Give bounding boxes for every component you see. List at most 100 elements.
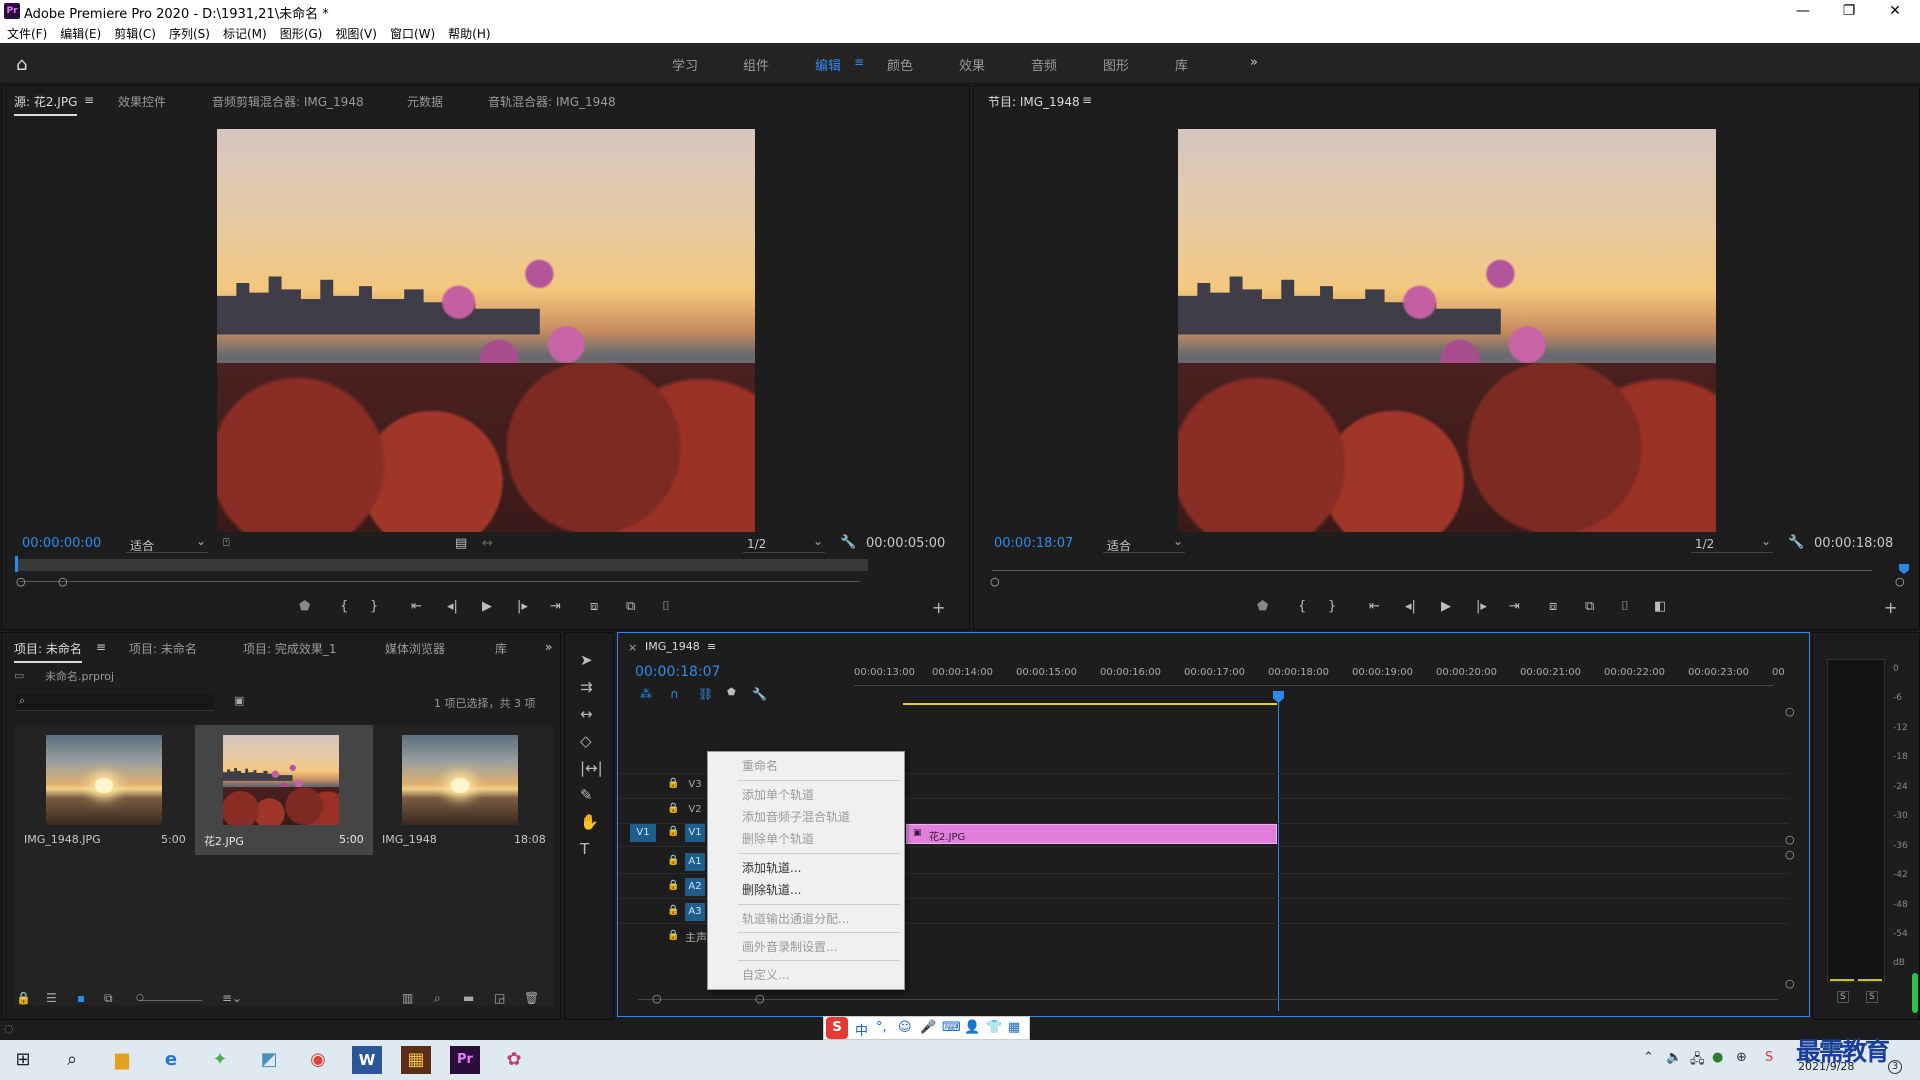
program-tab-menu-icon[interactable]: ≡ (1082, 93, 1092, 107)
project-tabs-overflow-icon[interactable]: » (545, 640, 552, 654)
automate-to-sequence-icon[interactable]: ▥ (402, 991, 413, 1005)
vertical-scroll-handle[interactable]: ○ (1785, 977, 1795, 990)
new-item-icon[interactable]: ◲ (494, 991, 505, 1005)
program-fit-dropdown[interactable]: 适合 (1103, 534, 1185, 553)
source-patch-v1[interactable]: V1 (630, 824, 656, 842)
menu-clip[interactable]: 剪辑(C) (107, 22, 162, 42)
solo-right-button[interactable]: S (1866, 991, 1878, 1003)
ime-user-icon[interactable]: 👤 (964, 1020, 980, 1035)
edge-browser-icon[interactable]: e (156, 1046, 186, 1074)
timeline-timecode[interactable]: 00:00:18:07 (635, 664, 720, 680)
clear-trash-icon[interactable]: 🗑 (524, 991, 539, 1005)
menu-item-delete-single-track[interactable]: 删除单个轨道 (742, 830, 814, 847)
drag-video-icon[interactable]: ▤ (455, 536, 467, 551)
thumbnail-size-handle[interactable]: ○ (136, 993, 144, 1003)
program-zoom-handle-right[interactable]: ○ (1895, 575, 1905, 588)
timeline-close-icon[interactable]: × (628, 641, 637, 654)
lift-icon[interactable]: ⧈ (1549, 599, 1557, 614)
track-select-tool-icon[interactable]: ⇉ (580, 678, 593, 696)
menu-item-add-tracks[interactable]: 添加轨道... (742, 859, 801, 876)
tray-app-icon[interactable]: ● (1712, 1050, 1723, 1065)
sort-icons-icon[interactable]: ≡⌄ (222, 991, 242, 1005)
step-forward-icon[interactable]: |▸ (517, 599, 528, 614)
project-item-thumbnail[interactable] (223, 735, 339, 825)
windows-start-icon[interactable]: ⊞ (8, 1046, 38, 1074)
program-timecode[interactable]: 00:00:18:07 (994, 536, 1073, 551)
zoom-handle-left[interactable]: ○ (16, 575, 26, 588)
solo-left-button[interactable]: S (1837, 991, 1849, 1003)
word-app-icon[interactable]: W (352, 1046, 382, 1074)
comparison-view-icon[interactable]: ◧ (1654, 599, 1666, 614)
list-view-icon[interactable]: ☰ (46, 991, 57, 1005)
track-a3-label[interactable]: A3 (685, 903, 705, 921)
track-lock-icon[interactable]: 🔒 (667, 803, 679, 814)
menu-file[interactable]: 文件(F) (0, 22, 53, 42)
tab-audio-track-mixer[interactable]: 音轨混合器: IMG_1948 (488, 93, 616, 110)
track-a1-label[interactable]: A1 (685, 853, 705, 871)
chrome-browser-icon[interactable]: ◉ (303, 1046, 333, 1074)
ime-keyboard-icon[interactable]: ⌨ (942, 1020, 961, 1035)
sogou-logo-icon[interactable]: S (826, 1017, 848, 1039)
insert-icon[interactable]: ⧈ (590, 599, 598, 614)
extract-icon[interactable]: ⧉ (1585, 599, 1594, 614)
ime-voice-icon[interactable]: 🎤 (920, 1020, 936, 1035)
tray-app-icon[interactable]: ⊕ (1736, 1050, 1747, 1065)
lock-icon[interactable]: 🔒 (16, 991, 31, 1005)
snap-icon[interactable]: ∩ (670, 687, 679, 701)
type-tool-icon[interactable]: T (580, 840, 589, 858)
menu-item-voiceover-settings[interactable]: 画外音录制设置... (742, 938, 837, 955)
freeform-view-icon[interactable]: ⧉ (104, 991, 113, 1006)
source-time-ruler[interactable] (16, 559, 868, 571)
tab-metadata[interactable]: 元数据 (407, 93, 443, 110)
source-resolution-dropdown[interactable]: 1/2 (743, 534, 825, 553)
vertical-scroll-handle[interactable]: ○ (1785, 705, 1795, 718)
horizontal-scroll-handle[interactable]: ○ (652, 992, 662, 1005)
timeline-sequence-tab[interactable]: IMG_1948 (645, 640, 700, 653)
app-icon[interactable]: ◩ (254, 1046, 284, 1074)
nest-icon[interactable]: ⁂ (640, 687, 652, 701)
close-button[interactable]: ✕ (1872, 0, 1918, 22)
zoom-handle-right[interactable]: ○ (58, 575, 68, 588)
program-zoom-handle-left[interactable]: ○ (990, 575, 1000, 588)
source-add-button-icon[interactable]: + (932, 598, 945, 617)
app-icon[interactable]: ✦ (205, 1046, 235, 1074)
program-go-to-out-icon[interactable]: ⇥ (1509, 599, 1520, 614)
find-icon[interactable]: ⌕ (434, 991, 441, 1006)
timeline-clip[interactable]: ▣ 花2.JPG (906, 824, 1277, 844)
source-zoom-bar[interactable] (20, 581, 860, 582)
track-lock-icon[interactable]: 🔒 (667, 930, 679, 941)
track-v1-label[interactable]: V1 (685, 824, 705, 842)
add-marker-icon[interactable]: ⬟ (299, 599, 310, 614)
tab-audio-clip-mixer[interactable]: 音频剪辑混合器: IMG_1948 (212, 93, 364, 110)
track-v3-label[interactable]: V3 (685, 776, 705, 794)
tab-effect-controls[interactable]: 效果控件 (118, 93, 166, 110)
workspace-audio[interactable]: 音频 (1031, 55, 1057, 74)
program-add-marker-icon[interactable]: ⬟ (1257, 599, 1268, 614)
track-lock-icon[interactable]: 🔒 (667, 905, 679, 916)
notification-icon[interactable]: 3 (1888, 1060, 1902, 1074)
menu-view[interactable]: 视图(V) (328, 22, 383, 42)
mark-in-icon[interactable]: { (340, 599, 348, 614)
insert-edit-icon[interactable]: ⍞ (223, 536, 230, 550)
timeline-playhead[interactable] (1273, 691, 1284, 703)
menu-item-channel-assignment[interactable]: 轨道输出通道分配... (742, 910, 849, 927)
vertical-scroll-handle[interactable]: ○ (1785, 833, 1795, 846)
ime-skin-icon[interactable]: 👕 (986, 1020, 1002, 1035)
ripple-edit-tool-icon[interactable]: ↔ (580, 705, 593, 723)
new-bin-icon[interactable]: ▬ (463, 991, 474, 1005)
selection-tool-icon[interactable]: ➤ (580, 651, 593, 669)
project-item-thumbnail[interactable] (402, 735, 518, 825)
restore-button[interactable]: ❐ (1826, 0, 1872, 22)
workspace-assembly[interactable]: 组件 (743, 55, 769, 74)
meter-scroll-indicator[interactable] (1912, 973, 1918, 1013)
app-icon[interactable]: ▦ (401, 1046, 431, 1074)
drag-audio-icon[interactable]: ↔ (482, 536, 493, 551)
track-lock-icon[interactable]: 🔒 (667, 778, 679, 789)
workspace-overflow-icon[interactable]: » (1250, 55, 1258, 70)
menu-help[interactable]: 帮助(H) (441, 22, 496, 42)
pen-tool-icon[interactable]: ✎ (580, 786, 593, 804)
workspace-color[interactable]: 颜色 (887, 55, 913, 74)
program-mark-in-icon[interactable]: { (1298, 599, 1306, 614)
go-to-out-icon[interactable]: ⇥ (550, 599, 561, 614)
home-icon[interactable]: ⌂ (16, 54, 38, 75)
